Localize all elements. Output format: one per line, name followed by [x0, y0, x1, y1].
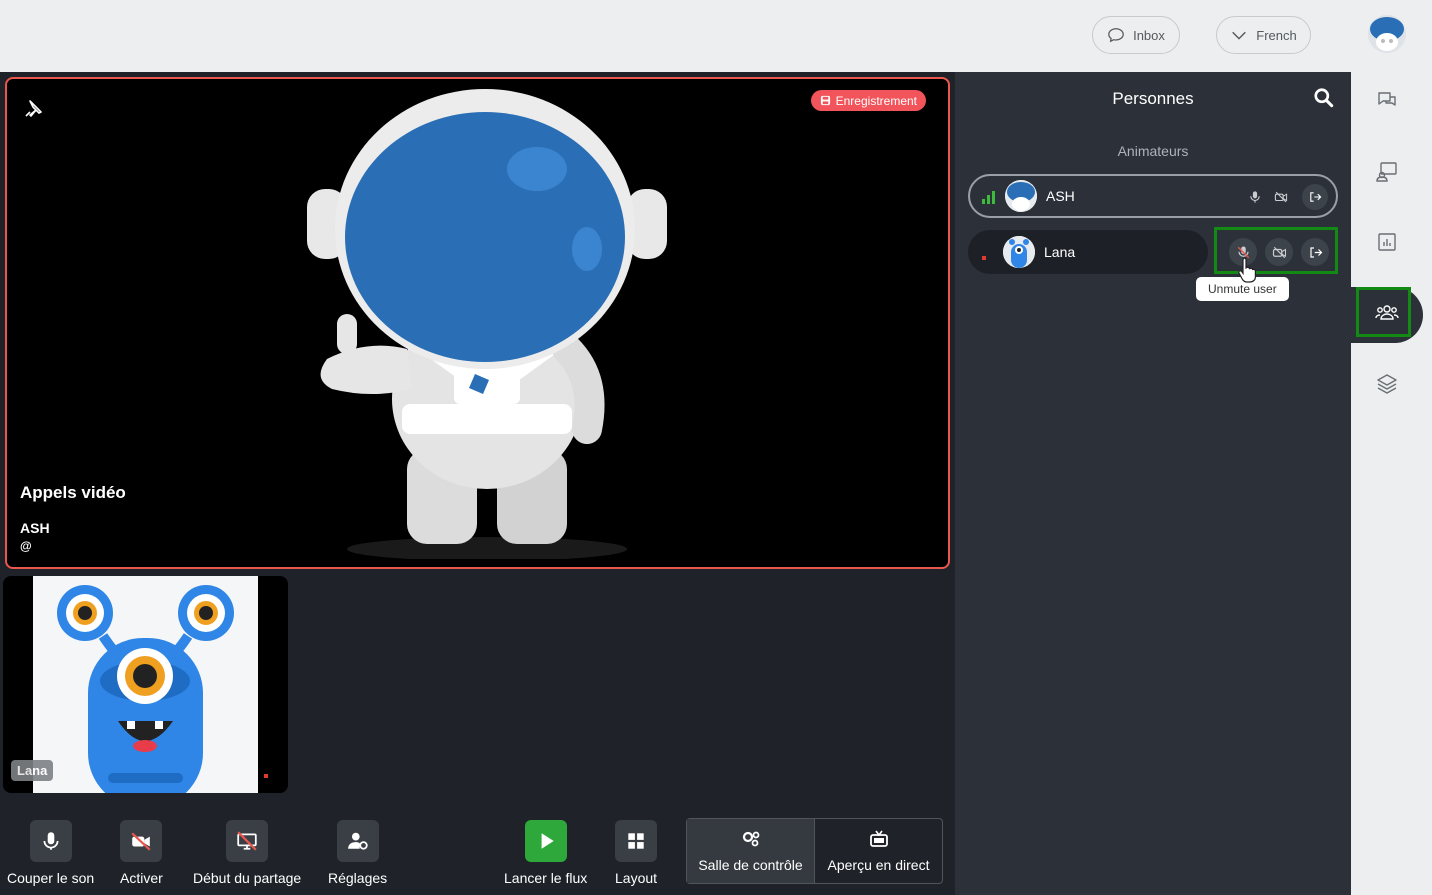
video-stage: Enregistrement Appels vidéo ASH @ Lana C… [0, 72, 955, 895]
poll-icon [1378, 233, 1396, 251]
participant-row-ash[interactable]: ASH [968, 174, 1338, 218]
share-label: Début du partage [193, 870, 302, 886]
right-rail [1351, 72, 1432, 895]
live-preview-label: Aperçu en direct [827, 857, 930, 873]
microphone-icon [1250, 191, 1260, 203]
live-preview-button[interactable]: Aperçu en direct [815, 819, 942, 883]
astronaut-avatar-icon [1368, 15, 1406, 53]
start-share-button[interactable]: Début du partage [193, 820, 301, 886]
rail-layers-button[interactable] [1373, 370, 1401, 398]
record-icon [820, 95, 830, 106]
inbox-label: Inbox [1133, 27, 1165, 43]
user-avatar[interactable] [1368, 15, 1406, 53]
gears-icon [742, 831, 759, 847]
hosts-section-title: Animateurs [1117, 143, 1189, 159]
settings-label: Réglages [328, 870, 388, 886]
chat-bubble-icon [1108, 28, 1124, 43]
camera-button[interactable] [1268, 184, 1294, 210]
people-panel-title: Personnes [1112, 89, 1194, 108]
people-panel: Personnes Animateurs ASH Lana Unmute use… [955, 72, 1351, 895]
recording-badge: Enregistrement [810, 90, 926, 111]
control-room-label: Salle de contrôle [698, 857, 803, 873]
search-icon[interactable] [1313, 87, 1335, 109]
logout-icon [1310, 192, 1322, 202]
participant-name: ASH [1046, 188, 1075, 204]
grid-icon [628, 833, 644, 849]
participant-name: Lana [1044, 244, 1076, 260]
participant-avatar [1005, 180, 1037, 212]
activate-label: Activer [120, 870, 163, 886]
signal-strength-icon [982, 191, 995, 204]
mute-label: Couper le son [7, 870, 95, 886]
monster-avatar [33, 576, 258, 793]
main-video-title: Appels vidéo [20, 483, 126, 502]
thumbnail-name: Lana [11, 760, 54, 781]
participant-thumbnail[interactable]: Lana [3, 576, 288, 793]
settings-button[interactable]: Réglages [328, 820, 387, 886]
main-video-tile[interactable]: Enregistrement Appels vidéo ASH @ [5, 77, 950, 569]
play-icon [541, 833, 554, 849]
hand-cursor-icon [1238, 257, 1256, 283]
control-room-button[interactable]: Salle de contrôle [687, 819, 815, 883]
language-select[interactable]: French [1216, 16, 1311, 54]
recording-label: Enregistrement [835, 93, 917, 108]
presenter-handle: @ [20, 539, 32, 553]
camera-off-icon [1274, 191, 1288, 203]
rail-presentation-button[interactable] [1373, 158, 1401, 186]
language-label: French [1256, 27, 1297, 43]
highlight-box [1356, 287, 1411, 337]
layout-button[interactable]: Layout [615, 820, 657, 886]
camera-off-icon [1272, 246, 1286, 258]
camera-button[interactable] [1265, 238, 1293, 266]
user-settings-icon [347, 832, 368, 850]
stream-label: Lancer le flux [504, 870, 588, 886]
room-view-switch: Salle de contrôle Aperçu en direct [686, 818, 943, 884]
pin-icon[interactable] [23, 99, 43, 119]
screen-share-off-icon [237, 831, 257, 851]
chat-icon [1378, 92, 1396, 106]
layout-label: Layout [615, 870, 658, 886]
layers-icon [1377, 374, 1397, 394]
microphone-button[interactable] [1242, 184, 1268, 210]
mic-muted-dot [982, 256, 986, 260]
microphone-icon [43, 832, 59, 850]
astronaut-avatar-icon [1005, 180, 1037, 212]
rail-chat-button[interactable] [1373, 86, 1401, 114]
top-bar: Inbox French [0, 0, 1432, 72]
monster-illustration [33, 576, 258, 793]
rail-poll-button[interactable] [1373, 228, 1401, 256]
remove-user-button[interactable] [1302, 184, 1328, 210]
remove-user-button[interactable] [1301, 238, 1329, 266]
participant-avatar [1003, 236, 1035, 268]
chevron-down-icon [1232, 31, 1247, 40]
tv-icon [869, 830, 888, 847]
participant-row-lana[interactable]: Lana [968, 230, 1208, 274]
mute-button[interactable]: Couper le son [7, 820, 94, 886]
logout-icon [1309, 246, 1322, 258]
presenter-name: ASH [20, 520, 50, 536]
presentation-icon [1376, 162, 1397, 182]
activate-camera-button[interactable]: Activer [120, 820, 163, 886]
start-stream-button[interactable]: Lancer le flux [504, 820, 587, 886]
monster-avatar-icon [1003, 236, 1035, 268]
mic-muted-dot [264, 774, 268, 778]
camera-off-icon [131, 832, 151, 851]
inbox-button[interactable]: Inbox [1092, 16, 1180, 54]
astronaut-illustration [307, 89, 667, 559]
